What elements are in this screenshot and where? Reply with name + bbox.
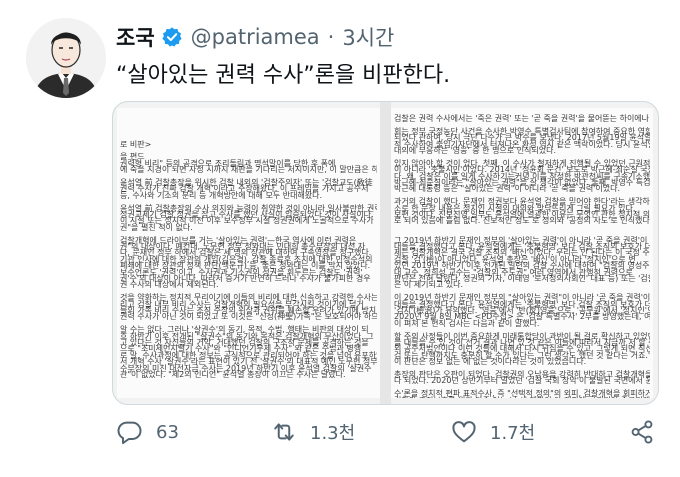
document-line: 검찰의 조직보호를 위한 다중 어느 나 세 재판이 아 재판에 공개되어 종료… <box>394 396 650 398</box>
verified-badge-icon <box>161 26 183 48</box>
heart-icon <box>452 421 476 443</box>
document-page-left: 로 비판> 을 편드 권력형 비리" 등의 공격으로 조리돌림과 명석말이를 당한 … <box>117 108 380 398</box>
document-line: 관"이 없었다. "제2의 인디언" 윤석열 총장이 이끄는 수사는 달랐다. <box>120 370 346 379</box>
retweet-button[interactable]: 1.3천 <box>270 416 355 448</box>
reply-count: 63 <box>156 421 179 443</box>
author-handle[interactable]: @patriamea <box>191 25 320 49</box>
author-name[interactable]: 조국 <box>116 22 155 52</box>
share-icon <box>631 420 653 444</box>
page-gutter <box>380 102 391 404</box>
retweet-count: 1.3천 <box>310 423 356 444</box>
tweet-header: 조국 @patriamea · 3시간 <box>116 22 394 52</box>
like-count: 1.7천 <box>490 423 536 444</box>
retweet-icon <box>274 423 294 441</box>
tweet-timestamp[interactable]: 3시간 <box>342 22 394 52</box>
attached-image[interactable]: 로 비판> 을 편드 권력형 비리" 등의 공격으로 조리돌림과 명석말이를 당한 … <box>112 101 659 405</box>
avatar[interactable] <box>26 18 106 98</box>
separator-dot: · <box>327 25 335 49</box>
reply-button[interactable]: 63 <box>116 416 179 448</box>
like-button[interactable]: 1.7천 <box>450 416 535 448</box>
tweet-actions: 63 1.3천 1.7천 <box>116 416 656 448</box>
tweet-text: “살아있는 권력 수사”론을 비판한다. <box>116 63 451 88</box>
reply-icon <box>117 421 142 445</box>
document-page-right: 검찰은 권력 수사에서는 '죽은 권력' 또는 '곧 죽을 권력'을 물어뜯는 … <box>391 108 653 398</box>
share-button[interactable] <box>628 416 656 448</box>
